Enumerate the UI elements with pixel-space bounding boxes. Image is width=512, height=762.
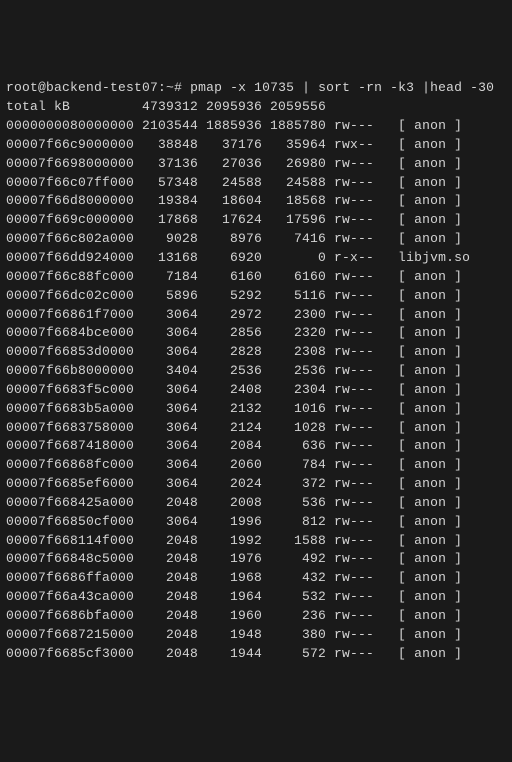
memory-map-row: 00007f66848c5000 2048 1976 492 rw--- [ a… xyxy=(6,550,506,569)
memory-map-row: 00007f6686ffa000 2048 1968 432 rw--- [ a… xyxy=(6,569,506,588)
memory-map-row: 00007f6684bce000 3064 2856 2320 rw--- [ … xyxy=(6,324,506,343)
memory-map-row: 00007f66d8000000 19384 18604 18568 rw---… xyxy=(6,192,506,211)
prompt-path: ~ xyxy=(166,80,174,95)
memory-map-row: 00007f66dd924000 13168 6920 0 r-x-- libj… xyxy=(6,249,506,268)
memory-map-row: 00007f6687418000 3064 2084 636 rw--- [ a… xyxy=(6,437,506,456)
prompt-line: root@backend-test07:~# pmap -x 10735 | s… xyxy=(6,79,506,98)
memory-map-row: 00007f6683758000 3064 2124 1028 rw--- [ … xyxy=(6,419,506,438)
terminal-output: root@backend-test07:~# pmap -x 10735 | s… xyxy=(6,79,506,663)
command-text: pmap -x 10735 | sort -rn -k3 |head -30 xyxy=(190,80,494,95)
memory-map-row: 00007f66a43ca000 2048 1964 532 rw--- [ a… xyxy=(6,588,506,607)
memory-map-row: 00007f66850cf000 3064 1996 812 rw--- [ a… xyxy=(6,513,506,532)
total-line: total kB 4739312 2095936 2059556 xyxy=(6,98,506,117)
memory-map-row: 00007f6685cf3000 2048 1944 572 rw--- [ a… xyxy=(6,645,506,664)
memory-map-row: 00007f6683f5c000 3064 2408 2304 rw--- [ … xyxy=(6,381,506,400)
prompt-user-host: root@backend-test07 xyxy=(6,80,158,95)
memory-map-row: 00007f669c000000 17868 17624 17596 rw---… xyxy=(6,211,506,230)
memory-map-row: 00007f6687215000 2048 1948 380 rw--- [ a… xyxy=(6,626,506,645)
memory-map-row: 00007f6683b5a000 3064 2132 1016 rw--- [ … xyxy=(6,400,506,419)
memory-map-row: 00007f66c88fc000 7184 6160 6160 rw--- [ … xyxy=(6,268,506,287)
memory-map-row: 00007f668114f000 2048 1992 1588 rw--- [ … xyxy=(6,532,506,551)
memory-map-row: 00007f668425a000 2048 2008 536 rw--- [ a… xyxy=(6,494,506,513)
memory-map-row: 0000000080000000 2103544 1885936 1885780… xyxy=(6,117,506,136)
memory-map-row: 00007f6685ef6000 3064 2024 372 rw--- [ a… xyxy=(6,475,506,494)
memory-map-row: 00007f66c802a000 9028 8976 7416 rw--- [ … xyxy=(6,230,506,249)
memory-map-row: 00007f66861f7000 3064 2972 2300 rw--- [ … xyxy=(6,306,506,325)
memory-map-row: 00007f66b8000000 3404 2536 2536 rw--- [ … xyxy=(6,362,506,381)
prompt-symbol: # xyxy=(174,80,182,95)
memory-map-row: 00007f66868fc000 3064 2060 784 rw--- [ a… xyxy=(6,456,506,475)
memory-map-row: 00007f6686bfa000 2048 1960 236 rw--- [ a… xyxy=(6,607,506,626)
memory-map-row: 00007f66dc02c000 5896 5292 5116 rw--- [ … xyxy=(6,287,506,306)
memory-map-row: 00007f66c07ff000 57348 24588 24588 rw---… xyxy=(6,174,506,193)
memory-map-row: 00007f6698000000 37136 27036 26980 rw---… xyxy=(6,155,506,174)
memory-map-row: 00007f66c9000000 38848 37176 35964 rwx--… xyxy=(6,136,506,155)
memory-map-row: 00007f66853d0000 3064 2828 2308 rw--- [ … xyxy=(6,343,506,362)
